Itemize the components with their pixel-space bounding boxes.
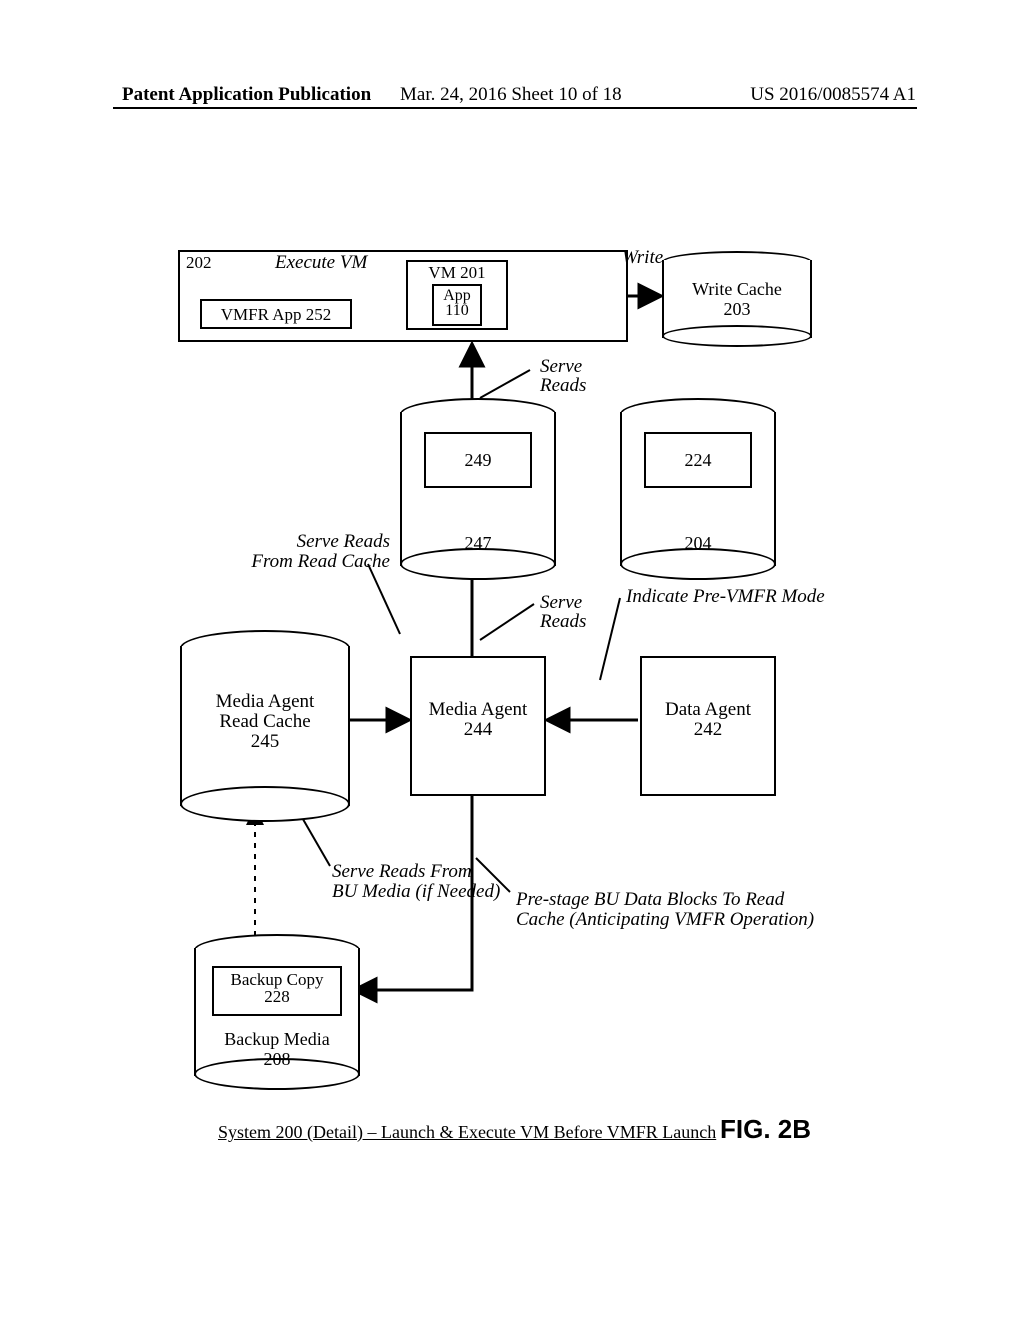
write-cache-l2: 203 (662, 300, 812, 320)
page: Patent Application Publication Mar. 24, … (0, 0, 1024, 1320)
vm-title: VM 201 (408, 264, 506, 283)
figure-caption: System 200 (Detail) – Launch & Execute V… (218, 1122, 716, 1143)
vm-app-l2: 110 (434, 302, 480, 320)
backup-copy-l2: 228 (214, 988, 340, 1007)
header-rule (113, 107, 917, 109)
backup-copy-box: Backup Copy 228 (212, 966, 342, 1016)
figure-label: FIG. 2B (720, 1114, 811, 1145)
backup-media-l1: Backup Media (194, 1030, 360, 1050)
serve-bu-l1: Serve Reads From (332, 862, 472, 883)
write-label: Write (622, 248, 663, 269)
media-agent-l2: 244 (410, 720, 546, 741)
header-right: US 2016/0085574 A1 (750, 84, 916, 106)
prestage-l2: Cache (Anticipating VMFR Operation) (516, 910, 814, 931)
header-mid: Mar. 24, 2016 Sheet 10 of 18 (400, 84, 622, 106)
serve-reads-mid-l2: Reads (540, 612, 586, 633)
vmfr-app-box: VMFR App 252 (200, 299, 352, 329)
read-cache-l2: Read Cache (180, 712, 350, 733)
serve-reads-cache-l1: Serve Reads (240, 532, 390, 553)
execute-vm-label: Execute VM (275, 253, 367, 274)
indicate-mode-label: Indicate Pre-VMFR Mode (626, 587, 825, 608)
data-agent-l2: 242 (640, 720, 776, 741)
cyl-204-inner: 224 (644, 432, 752, 488)
backup-media-l2: 208 (194, 1050, 360, 1070)
cyl-204-below: 204 (620, 534, 776, 554)
prestage-l1: Pre-stage BU Data Blocks To Read (516, 890, 784, 911)
vm-app-box: App 110 (432, 284, 482, 326)
host-ref: 202 (186, 254, 212, 273)
data-agent-l1: Data Agent (640, 700, 776, 721)
read-cache-l1: Media Agent (180, 692, 350, 713)
cyl-247-below: 247 (400, 534, 556, 554)
header-left: Patent Application Publication (122, 84, 371, 106)
write-cache-l1: Write Cache (662, 280, 812, 300)
serve-bu-l2: BU Media (if Needed) (332, 882, 500, 903)
serve-reads-cache-l2: From Read Cache (225, 552, 390, 573)
media-agent-l1: Media Agent (410, 700, 546, 721)
cyl-247-inner: 249 (424, 432, 532, 488)
read-cache-l3: 245 (180, 732, 350, 753)
serve-reads-top-l2: Reads (540, 376, 586, 397)
